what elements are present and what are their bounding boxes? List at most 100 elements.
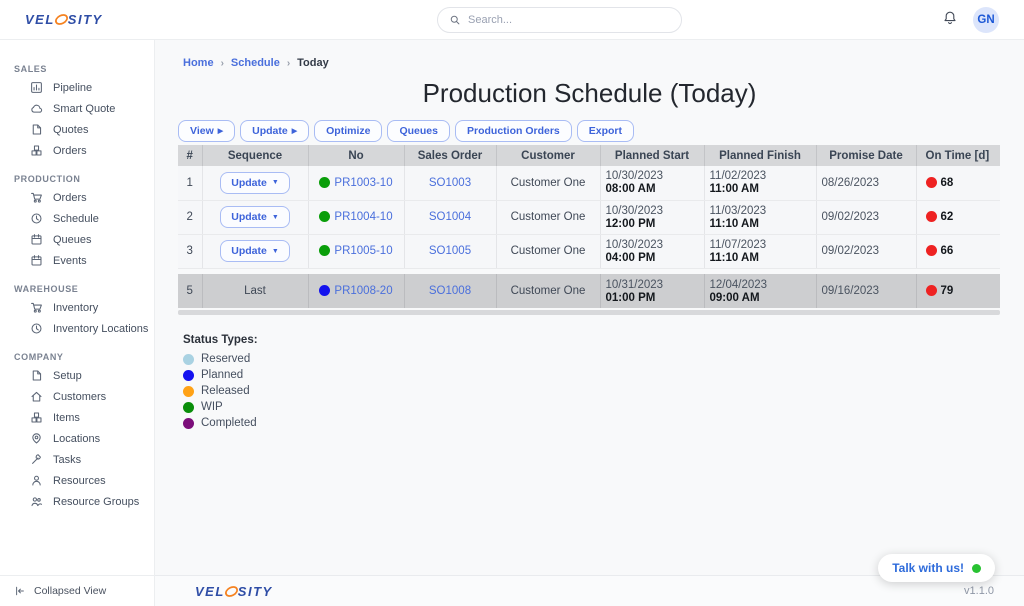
page-title: Production Schedule (Today) [155,78,1024,109]
planned-start-cell: 10/31/202301:00 PM [600,274,704,308]
logo-text-right: SITY [238,584,273,599]
sidebar-item-resources[interactable]: Resources [0,470,154,491]
status-legend: Status Types: Reserved Planned Released … [183,334,1024,429]
caret-right-icon: ▶ [218,128,223,135]
on-time-cell: 66 [916,234,1000,268]
production-order-link[interactable]: PR1005-10 [334,245,392,257]
sidebar-item-events[interactable]: Events [0,250,154,271]
row-number: 2 [178,200,202,234]
legend-label: Reserved [201,353,250,365]
sidebar-item-label: Inventory Locations [53,323,148,335]
sidebar-item-label: Setup [53,370,82,382]
production-order-link[interactable]: PR1004-10 [334,211,392,223]
planned-finish-cell: 12/04/202309:00 AM [704,274,816,308]
wrench-icon [30,453,43,466]
sidebar-item-items[interactable]: Items [0,407,154,428]
caret-right-icon: ▶ [292,128,297,135]
row-update-button[interactable]: Update▼ [220,172,290,194]
on-time-cell: 79 [916,274,1000,308]
legend-label: Planned [201,369,243,381]
update-dropdown-button[interactable]: Update ▶ [240,120,309,142]
row-update-button[interactable]: Update▼ [220,240,290,262]
reserved-dot [183,354,194,365]
optimize-button[interactable]: Optimize [314,120,382,142]
person-icon [30,474,43,487]
sidebar-item-label: Schedule [53,213,99,225]
sidebar-item-label: Inventory [53,302,98,314]
chat-button[interactable]: Talk with us! [878,554,995,582]
production-order-link[interactable]: PR1008-20 [334,285,392,297]
chart-icon [30,81,43,94]
boxes-icon [30,411,43,424]
row-update-button[interactable]: Update▼ [220,206,290,228]
legend-label: Released [201,385,250,397]
sidebar-item-schedule[interactable]: Schedule [0,208,154,229]
legend-item-planned: Planned [183,369,1024,381]
released-dot [183,386,194,397]
sidebar-item-locations[interactable]: Locations [0,428,154,449]
sidebar-item-orders-sales[interactable]: Orders [0,140,154,161]
status-dot [319,285,330,296]
sidebar-item-label: Events [53,255,87,267]
sidebar-item-inventory-locations[interactable]: Inventory Locations [0,318,154,339]
table-row: 1 Update▼ PR1003-10 SO1003 Customer One … [178,166,1000,200]
sidebar-item-label: Items [53,412,80,424]
avatar[interactable]: GN [973,7,999,33]
table-header-row: # Sequence No Sales Order Customer Plann… [178,145,1000,166]
sidebar-item-inventory[interactable]: Inventory [0,297,154,318]
column-header-planned-start: Planned Start [600,145,704,166]
sidebar-item-label: Orders [53,192,87,204]
sales-order-link[interactable]: SO1008 [429,285,471,297]
breadcrumb-schedule-link[interactable]: Schedule [231,57,280,69]
sidebar-item-resource-groups[interactable]: Resource Groups [0,491,154,512]
sidebar-item-label: Pipeline [53,82,92,94]
breadcrumb-home-link[interactable]: Home [183,57,214,69]
breadcrumb-separator: › [221,58,224,69]
sidebar-item-queues[interactable]: Queues [0,229,154,250]
sidebar-item-label: Queues [53,234,92,246]
customer-cell: Customer One [496,166,600,200]
caret-down-icon: ▼ [272,179,279,186]
sales-order-link[interactable]: SO1003 [429,177,471,189]
horizontal-scrollbar[interactable] [178,310,1000,315]
sidebar-item-customers[interactable]: Customers [0,386,154,407]
sidebar-item-setup[interactable]: Setup [0,365,154,386]
on-time-dot [926,245,937,256]
completed-dot [183,418,194,429]
export-button[interactable]: Export [577,120,634,142]
sidebar-section-warehouse: WAREHOUSE [0,284,154,297]
sidebar-item-quotes[interactable]: Quotes [0,119,154,140]
column-header-customer: Customer [496,145,600,166]
row-update-label: Update [231,245,267,257]
sidebar-item-tasks[interactable]: Tasks [0,449,154,470]
sequence-text: Last [202,274,308,308]
queues-button[interactable]: Queues [387,120,450,142]
app-version: v1.1.0 [964,585,994,597]
sidebar-item-orders-production[interactable]: Orders [0,187,154,208]
collapse-sidebar-button[interactable]: Collapsed View [0,575,154,606]
production-orders-button[interactable]: Production Orders [455,120,572,142]
planned-finish-cell: 11/02/202311:00 AM [704,166,816,200]
column-header-planned-finish: Planned Finish [704,145,816,166]
column-header-sequence: Sequence [202,145,308,166]
sidebar-item-smart-quote[interactable]: Smart Quote [0,98,154,119]
sidebar-item-label: Resource Groups [53,496,139,508]
sidebar-item-label: Smart Quote [53,103,115,115]
search-input[interactable]: Search... [437,7,682,33]
sidebar-item-label: Resources [53,475,106,487]
customer-cell: Customer One [496,274,600,308]
view-dropdown-button[interactable]: View ▶ [178,120,235,142]
planned-dot [183,370,194,381]
production-order-link[interactable]: PR1003-10 [334,177,392,189]
file-icon [30,369,43,382]
planned-finish-cell: 11/07/202311:10 AM [704,234,816,268]
sales-order-link[interactable]: SO1005 [429,245,471,257]
notifications-button[interactable] [942,10,958,31]
sidebar-item-pipeline[interactable]: Pipeline [0,77,154,98]
clock-icon [30,212,43,225]
sidebar-section-production: PRODUCTION [0,174,154,187]
legend-label: WIP [201,401,223,413]
breadcrumb: Home › Schedule › Today [155,40,1024,69]
sales-order-link[interactable]: SO1004 [429,211,471,223]
legend-label: Completed [201,417,257,429]
